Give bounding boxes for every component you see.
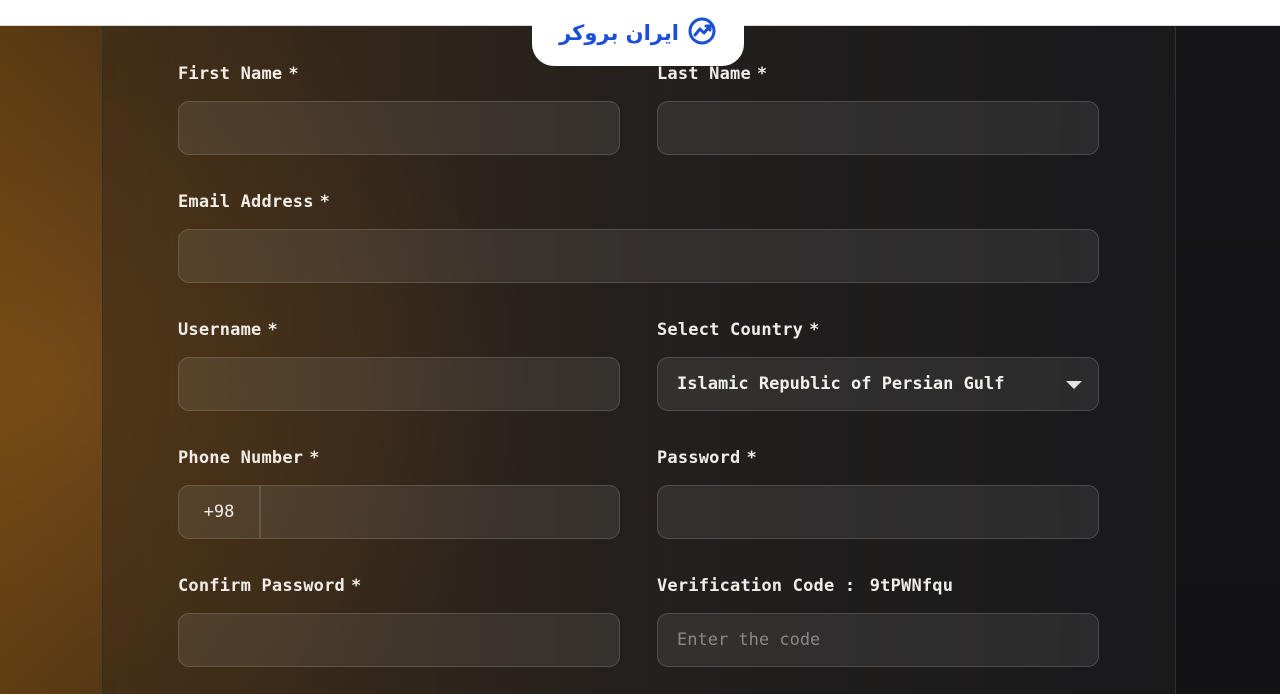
email-input[interactable] — [179, 230, 1098, 282]
first-name-field[interactable] — [178, 101, 620, 155]
required-marker: * — [288, 64, 299, 84]
last-name-label-text: Last Name — [657, 64, 751, 84]
username-input[interactable] — [179, 358, 619, 410]
email-label: Email Address * — [178, 192, 330, 212]
phone-label: Phone Number * — [178, 448, 320, 468]
country-select[interactable]: Islamic Republic of Persian Gulf — [657, 357, 1099, 411]
username-label: Username * — [178, 320, 278, 340]
confirm-password-field[interactable] — [178, 613, 620, 667]
username-label-text: Username — [178, 320, 262, 340]
phone-field[interactable]: +98 — [178, 485, 620, 539]
required-marker: * — [809, 320, 820, 340]
country-selected-value: Islamic Republic of Persian Gulf — [677, 374, 1005, 394]
country-label: Select Country * — [657, 320, 820, 340]
verification-code: 9tPWNfqu — [869, 576, 954, 596]
required-marker: * — [309, 448, 320, 468]
password-label: Password * — [657, 448, 757, 468]
verification-field[interactable] — [657, 613, 1099, 667]
first-name-label-text: First Name — [178, 64, 283, 84]
verification-label: Verification Code : 9tPWNfqu — [657, 576, 953, 596]
required-marker: * — [319, 192, 331, 212]
confirm-password-label-text: Confirm Password — [178, 576, 345, 596]
username-field[interactable] — [178, 357, 620, 411]
phone-label-text: Phone Number — [178, 448, 304, 468]
email-label-text: Email Address — [178, 192, 314, 212]
required-marker: * — [267, 320, 278, 340]
required-marker: * — [756, 64, 768, 84]
verification-label-text: Verification Code : — [657, 576, 856, 596]
trend-chart-icon — [687, 16, 717, 50]
verification-input[interactable] — [658, 614, 1098, 666]
email-field[interactable] — [178, 229, 1099, 283]
required-marker: * — [746, 448, 757, 468]
brand-logo-text: ایران بروکر — [559, 21, 679, 45]
password-field[interactable] — [657, 485, 1099, 539]
first-name-label: First Name * — [178, 64, 299, 84]
right-backdrop — [1174, 0, 1280, 694]
brand-logo[interactable]: ایران بروکر — [532, 0, 744, 66]
chevron-down-icon — [1066, 381, 1082, 389]
required-marker: * — [350, 576, 362, 596]
confirm-password-label: Confirm Password * — [178, 576, 361, 596]
country-label-text: Select Country — [657, 320, 804, 340]
last-name-field[interactable] — [657, 101, 1099, 155]
last-name-label: Last Name * — [657, 64, 767, 84]
confirm-password-input[interactable] — [179, 614, 619, 666]
first-name-input[interactable] — [179, 102, 619, 154]
phone-country-code: +98 — [179, 486, 261, 538]
phone-input[interactable] — [261, 486, 619, 538]
password-input[interactable] — [658, 486, 1098, 538]
password-label-text: Password — [657, 448, 741, 468]
last-name-input[interactable] — [658, 102, 1098, 154]
